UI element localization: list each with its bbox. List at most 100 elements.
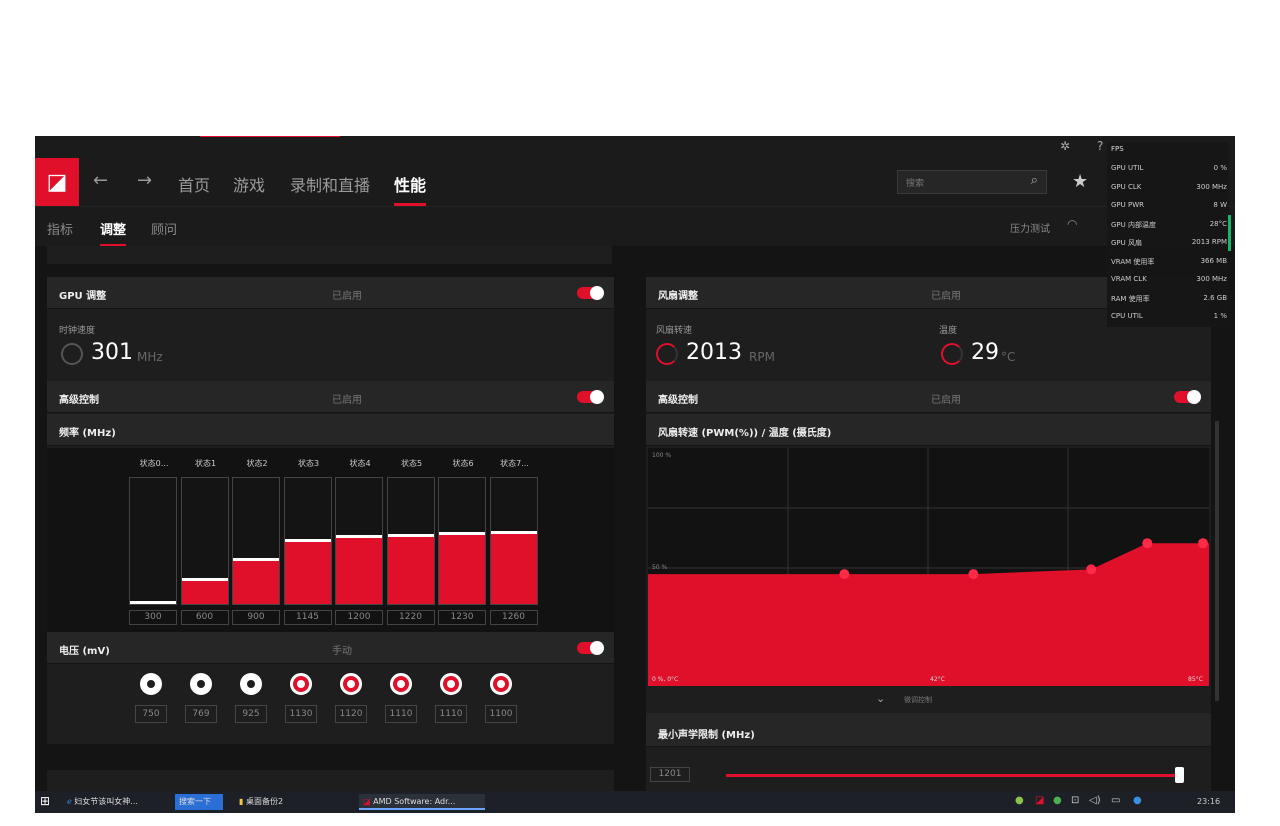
frequency-value[interactable]: 1145 xyxy=(283,610,332,625)
amd-logo[interactable]: ◪ xyxy=(35,158,79,206)
fan-curve-point[interactable] xyxy=(1142,538,1153,549)
tray-icon-wechat[interactable]: ● xyxy=(1053,795,1062,806)
tray-icon-1[interactable]: ● xyxy=(1015,795,1024,806)
fan-curve-point[interactable] xyxy=(1086,564,1097,575)
gpu-advanced-toggle[interactable] xyxy=(577,390,604,404)
taskbar-item-folder[interactable]: ▮ 桌面备份2 xyxy=(235,794,353,810)
voltage-value[interactable]: 1110 xyxy=(435,705,467,723)
frequency-bar[interactable] xyxy=(438,477,486,605)
acoustic-value[interactable]: 1201 xyxy=(650,767,690,782)
stress-test-label[interactable]: 压力测试 xyxy=(1010,220,1050,235)
temperature-ring-icon xyxy=(941,343,963,365)
fan-curve-point[interactable] xyxy=(1198,538,1208,549)
nav-performance[interactable]: 性能 xyxy=(394,172,427,206)
frequency-bar[interactable] xyxy=(232,477,280,605)
y-axis-top: 100 % xyxy=(652,452,672,459)
x-axis-end: 85°C xyxy=(1188,676,1203,683)
frequency-bar-fill[interactable] xyxy=(284,538,331,604)
fan-curve-chart[interactable] xyxy=(648,448,1209,686)
voltage-knob-icon[interactable] xyxy=(340,673,362,695)
frequency-bar[interactable] xyxy=(180,477,229,605)
voltage-knob-icon[interactable] xyxy=(290,673,312,695)
next-card xyxy=(47,770,614,791)
voltage-knob-icon[interactable] xyxy=(190,673,212,695)
frequency-value[interactable]: 900 xyxy=(232,610,280,625)
volume-icon[interactable]: ◁) xyxy=(1089,795,1101,806)
gpu-tuning-toggle[interactable] xyxy=(577,286,604,300)
gauge-icon[interactable]: ◠ xyxy=(1067,217,1077,231)
voltage-knob-icon[interactable] xyxy=(140,673,162,695)
tray-icon-amd[interactable]: ◪ xyxy=(1035,795,1044,806)
frequency-value[interactable]: 1220 xyxy=(386,610,435,625)
taskbar-item-search[interactable]: 搜索一下 xyxy=(175,794,223,810)
fan-curve-plot[interactable]: 100 % 50 % 0 %, 0°C 42°C 85°C xyxy=(648,448,1209,686)
windows-start-icon[interactable]: ⊞ xyxy=(40,794,50,808)
frequency-bar[interactable] xyxy=(386,477,435,605)
acoustic-slider-thumb[interactable] xyxy=(1175,767,1184,783)
search-icon: ⌕ xyxy=(1030,173,1038,188)
notification-icon[interactable]: ● xyxy=(1133,795,1142,806)
fine-tune-row[interactable]: ⌄ 微调控制 xyxy=(646,686,1211,712)
nav-games[interactable]: 游戏 xyxy=(233,172,265,196)
voltage-knob-icon[interactable] xyxy=(240,673,262,695)
nav-home[interactable]: 首页 xyxy=(178,172,210,196)
voltage-knob-icon[interactable] xyxy=(440,673,462,695)
state-label: 状态3 xyxy=(297,459,320,468)
frequency-value[interactable]: 1260 xyxy=(489,610,538,625)
help-icon[interactable]: ? xyxy=(1097,139,1103,153)
fan-curve-point[interactable] xyxy=(968,569,979,580)
frequency-bar-fill[interactable] xyxy=(490,531,537,604)
tab-metrics[interactable]: 指标 xyxy=(47,219,73,238)
voltage-value[interactable]: 750 xyxy=(135,705,167,723)
star-icon[interactable]: ★ xyxy=(1072,171,1088,192)
overlay-metric-value: 2.6 GB xyxy=(1203,293,1227,302)
tab-tuning[interactable]: 调整 xyxy=(100,219,127,247)
frequency-bar[interactable] xyxy=(335,477,383,605)
network-icon[interactable]: ⊡ xyxy=(1071,795,1079,806)
frequency-bar[interactable] xyxy=(283,477,332,605)
frequency-value[interactable]: 600 xyxy=(180,610,229,625)
frequency-value[interactable]: 1230 xyxy=(438,610,486,625)
acoustic-header: 最小声学限制 (MHz) xyxy=(646,713,1211,747)
frequency-bar-fill[interactable] xyxy=(233,557,279,604)
nav-record-stream[interactable]: 录制和直播 xyxy=(290,172,370,196)
tab-advisor[interactable]: 顾问 xyxy=(151,219,177,238)
frequency-bar-fill[interactable] xyxy=(336,534,382,604)
bug-icon[interactable]: ✲ xyxy=(1060,139,1070,153)
frequency-bar-fill[interactable] xyxy=(439,532,485,604)
voltage-value[interactable]: 769 xyxy=(185,705,217,723)
frequency-bar-fill[interactable] xyxy=(130,601,176,604)
temperature-label: 温度 xyxy=(939,326,958,336)
forward-icon[interactable]: → xyxy=(137,170,152,191)
frequency-value[interactable]: 300 xyxy=(129,610,177,625)
frequency-header: 频率 (MHz) xyxy=(47,414,614,446)
back-icon[interactable]: ← xyxy=(93,170,108,191)
frequency-bar[interactable] xyxy=(489,477,538,605)
voltage-value[interactable]: 1120 xyxy=(335,705,367,723)
voltage-toggle[interactable] xyxy=(577,641,604,655)
x-axis-origin: 0 %, 0°C xyxy=(652,676,679,683)
state-label: 状态0... xyxy=(139,459,169,468)
taskbar-item-amd[interactable]: ◪ AMD Software: Adr... xyxy=(359,794,485,810)
fan-advanced-toggle[interactable] xyxy=(1174,390,1201,404)
keyboard-icon[interactable]: ▭ xyxy=(1111,795,1120,806)
frequency-bar[interactable] xyxy=(129,477,177,605)
frequency-bar-fill[interactable] xyxy=(387,533,434,604)
search-input[interactable]: 搜索 ⌕ xyxy=(897,170,1047,194)
voltage-value[interactable]: 1100 xyxy=(485,705,517,723)
scrollbar[interactable] xyxy=(1215,421,1219,701)
voltage-knob-icon[interactable] xyxy=(490,673,512,695)
amd-software-window: ✲ ? ◪ ← → 首页 游戏 录制和直播 性能 搜索 ⌕ ★ 指标 调整 顾问… xyxy=(35,136,1235,791)
fan-curve-point[interactable] xyxy=(839,569,850,580)
title-bar: ✲ ? xyxy=(35,136,1235,158)
voltage-knob-icon[interactable] xyxy=(390,673,412,695)
frequency-value[interactable]: 1200 xyxy=(335,610,383,625)
taskbar-item-browser[interactable]: ℯ 妇女节该叫女神... xyxy=(63,794,173,810)
taskbar-clock[interactable]: 23:16 xyxy=(1197,797,1220,806)
voltage-value[interactable]: 925 xyxy=(235,705,267,723)
voltage-value[interactable]: 1130 xyxy=(285,705,317,723)
frequency-bar-fill[interactable] xyxy=(181,578,228,604)
search-placeholder: 搜索 xyxy=(906,179,925,189)
acoustic-slider-track[interactable] xyxy=(726,774,1178,777)
voltage-value[interactable]: 1110 xyxy=(385,705,417,723)
